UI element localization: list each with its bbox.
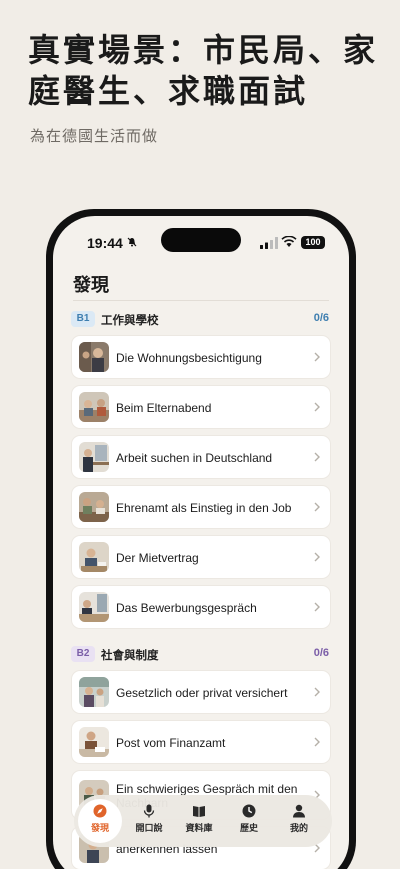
scene-thumbnail — [79, 677, 109, 707]
tab-bar: 發現 開口說 資料庫 歷史 我的 — [74, 795, 332, 847]
tab-label: 發現 — [90, 824, 109, 834]
section-title: 社會與制度 — [101, 648, 159, 662]
battery-indicator: 100 — [301, 236, 325, 249]
wifi-icon — [281, 236, 297, 247]
scene-thumbnail — [79, 592, 109, 622]
scene-thumbnail — [79, 342, 109, 372]
page-title: 發現 — [73, 275, 109, 296]
tab-label: 開口說 — [135, 824, 163, 834]
list-item[interactable]: Arbeit suchen in Deutschland — [71, 435, 331, 479]
tab-profile[interactable]: 我的 — [277, 799, 321, 843]
list-item[interactable]: Beim Elternabend — [71, 385, 331, 429]
bell-muted-icon — [127, 237, 137, 247]
item-label: Das Bewerbungsgespräch — [116, 601, 257, 615]
book-icon — [193, 806, 205, 817]
level-badge: B2 — [71, 646, 95, 662]
section-header-b2: B2 社會與制度 0/6 — [71, 643, 331, 665]
chevron-right-icon — [314, 402, 320, 412]
item-label: Gesetzlich oder privat versichert — [116, 686, 288, 700]
scene-thumbnail — [79, 727, 109, 757]
item-label: Arbeit suchen in Deutschland — [116, 451, 273, 465]
tab-label: 資料庫 — [185, 824, 213, 834]
chevron-right-icon — [314, 552, 320, 562]
compass-icon — [93, 804, 107, 818]
tab-library[interactable]: 資料庫 — [177, 799, 221, 843]
tab-label: 歷史 — [239, 824, 258, 834]
tab-label: 我的 — [289, 824, 308, 834]
item-label: Der Mietvertrag — [116, 551, 199, 565]
list-item[interactable]: Die Wohnungsbesichtigung — [71, 335, 331, 379]
item-label: Ehrenamt als Einstieg in den Job — [116, 501, 292, 515]
list-item[interactable]: Ehrenamt als Einstieg in den Job — [71, 485, 331, 529]
section-header-b1: B1 工作與學校 0/6 — [71, 308, 331, 330]
scene-thumbnail — [79, 542, 109, 572]
chevron-right-icon — [314, 352, 320, 362]
status-bar: 19:44 100 — [53, 216, 349, 260]
section-title: 工作與學校 — [101, 313, 159, 327]
phone-frame: 19:44 100 發現 B1 工作與學校 0/6 Die Wohnungsbe… — [46, 209, 356, 869]
chevron-right-icon — [314, 602, 320, 612]
scenario-list: B1 工作與學校 0/6 Die Wohnungsbesichtigung Be… — [71, 308, 331, 869]
promo-subtitle: 為在德國生活而做 — [30, 127, 159, 145]
section-progress: 0/6 — [313, 647, 329, 659]
section-progress: 0/6 — [313, 312, 329, 324]
phone-screen: 19:44 100 發現 B1 工作與學校 0/6 Die Wohnungsbe… — [53, 216, 349, 869]
scene-thumbnail — [79, 492, 109, 522]
list-item[interactable]: Das Bewerbungsgespräch — [71, 585, 331, 629]
tab-discover[interactable]: 發現 — [78, 799, 122, 843]
clock-icon — [242, 804, 256, 818]
tab-history[interactable]: 歷史 — [227, 799, 271, 843]
scene-thumbnail — [79, 442, 109, 472]
list-item[interactable]: Gesetzlich oder privat versichert — [71, 670, 331, 714]
divider — [73, 300, 329, 301]
promo-title: 真實場景：市民局、家庭醫生、求職面試 — [28, 31, 379, 110]
microphone-icon — [143, 804, 155, 818]
status-time: 19:44 — [87, 235, 123, 251]
item-label: Post vom Finanzamt — [116, 736, 226, 750]
item-label: Die Wohnungsbesichtigung — [116, 351, 262, 365]
tab-speak[interactable]: 開口說 — [127, 799, 171, 843]
chevron-right-icon — [314, 687, 320, 697]
dynamic-island — [161, 228, 241, 252]
chevron-right-icon — [314, 502, 320, 512]
item-label: Beim Elternabend — [116, 401, 212, 415]
level-badge: B1 — [71, 311, 95, 327]
chevron-right-icon — [314, 737, 320, 747]
signal-icon — [260, 237, 278, 249]
person-icon — [293, 804, 305, 818]
chevron-right-icon — [314, 452, 320, 462]
list-item[interactable]: Der Mietvertrag — [71, 535, 331, 579]
list-item[interactable]: Post vom Finanzamt — [71, 720, 331, 764]
scene-thumbnail — [79, 392, 109, 422]
